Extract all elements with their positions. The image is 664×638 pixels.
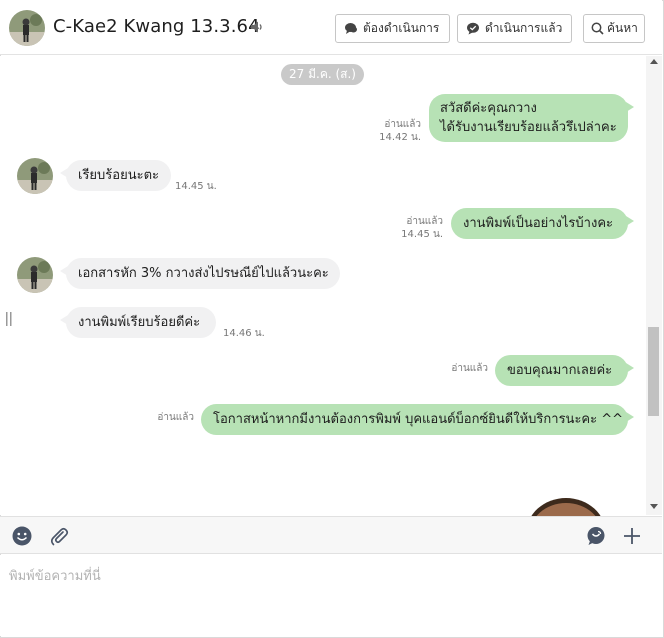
speaker-icon[interactable] <box>250 20 264 34</box>
paperclip-icon[interactable] <box>48 525 70 547</box>
message-text: งานพิมพ์เป็นอย่างไรบ้างคะ <box>463 216 613 231</box>
message-text: งานพิมพ์เรียบร้อยดีค่ะ <box>78 315 201 330</box>
search-icon <box>591 22 604 35</box>
message-bubble-outgoing[interactable]: สวัสดีค่ะคุณกวาง ได้รับงานเรียบร้อยแล้วร… <box>429 94 634 142</box>
chat-header: C-Kae2 Kwang 13.3.64 ต้องดำเนินการ ดำเนิ… <box>0 0 662 55</box>
message-bubble-incoming[interactable]: เรียบร้อยนะตะ <box>60 160 171 191</box>
search-button-label: ค้นหา <box>607 21 638 35</box>
read-status: อ่านแล้ว <box>406 216 443 227</box>
todo-button-label: ต้องดำเนินการ <box>363 21 440 35</box>
composer <box>0 555 662 636</box>
message-bubble-incoming[interactable]: งานพิมพ์เรียบร้อยดีค่ะ <box>60 307 216 338</box>
todo-button[interactable]: ต้องดำเนินการ <box>335 14 450 43</box>
message-meta: อ่านแล้ว 14.42 น. <box>379 118 421 144</box>
chat-bubble-icon <box>345 23 357 34</box>
scrollbar[interactable] <box>646 56 662 515</box>
message-bubble-outgoing[interactable]: โอกาสหน้าหากมีงานต้องการพิมพ์ บุคแอนด์บ็… <box>201 404 634 435</box>
read-status: อ่านแล้ว <box>157 412 194 423</box>
chat-check-icon <box>467 22 479 35</box>
message-text-line: สวัสดีค่ะคุณกวาง <box>440 101 537 116</box>
message-meta: อ่านแล้ว 14.45 น. <box>401 215 443 241</box>
message-time: 14.45 น. <box>401 229 443 240</box>
message-bubble-incoming[interactable]: เอกสารหัก 3% กวางส่งไปรษณีย์ไปแล้วนะคะ <box>60 258 340 289</box>
sticker-chat-icon[interactable] <box>585 525 607 547</box>
scroll-down-arrow[interactable] <box>650 504 658 509</box>
done-button[interactable]: ดำเนินการแล้ว <box>457 14 572 43</box>
message-text-line: ได้รับงานเรียบร้อยแล้วรึเปล่าคะ <box>440 120 617 135</box>
message-input[interactable] <box>0 555 662 636</box>
read-status: อ่านแล้ว <box>451 363 488 374</box>
scroll-up-arrow[interactable] <box>650 59 658 64</box>
contact-name: C-Kae2 Kwang 13.3.64 <box>53 16 260 37</box>
contact-avatar[interactable] <box>9 10 45 46</box>
date-separator: 27 มี.ค. (ส.) <box>281 64 364 85</box>
message-bubble-outgoing[interactable]: ขอบคุณมากเลยค่ะ <box>495 355 634 386</box>
message-text: ขอบคุณมากเลยค่ะ <box>507 363 613 378</box>
contact-avatar[interactable] <box>17 257 53 293</box>
message-text: โอกาสหน้าหากมีงานต้องการพิมพ์ บุคแอนด์บ็… <box>213 412 624 427</box>
drag-handle-icon[interactable] <box>5 312 13 326</box>
message-time: 14.42 น. <box>379 132 421 143</box>
contact-avatar[interactable] <box>17 158 53 194</box>
composer-toolbar <box>0 516 662 554</box>
search-button[interactable]: ค้นหา <box>583 14 645 43</box>
message-time: 14.45 น. <box>175 181 217 192</box>
message-text: เรียบร้อยนะตะ <box>78 168 159 183</box>
emoji-icon[interactable] <box>11 525 33 547</box>
message-bubble-outgoing[interactable]: งานพิมพ์เป็นอย่างไรบ้างคะ <box>451 208 634 239</box>
message-time: 14.46 น. <box>223 328 265 339</box>
message-text: เอกสารหัก 3% กวางส่งไปรษณีย์ไปแล้วนะคะ <box>78 266 329 281</box>
done-button-label: ดำเนินการแล้ว <box>485 21 563 35</box>
scrollbar-thumb[interactable] <box>648 327 659 416</box>
plus-icon[interactable] <box>621 525 643 547</box>
read-status: อ่านแล้ว <box>384 119 421 130</box>
